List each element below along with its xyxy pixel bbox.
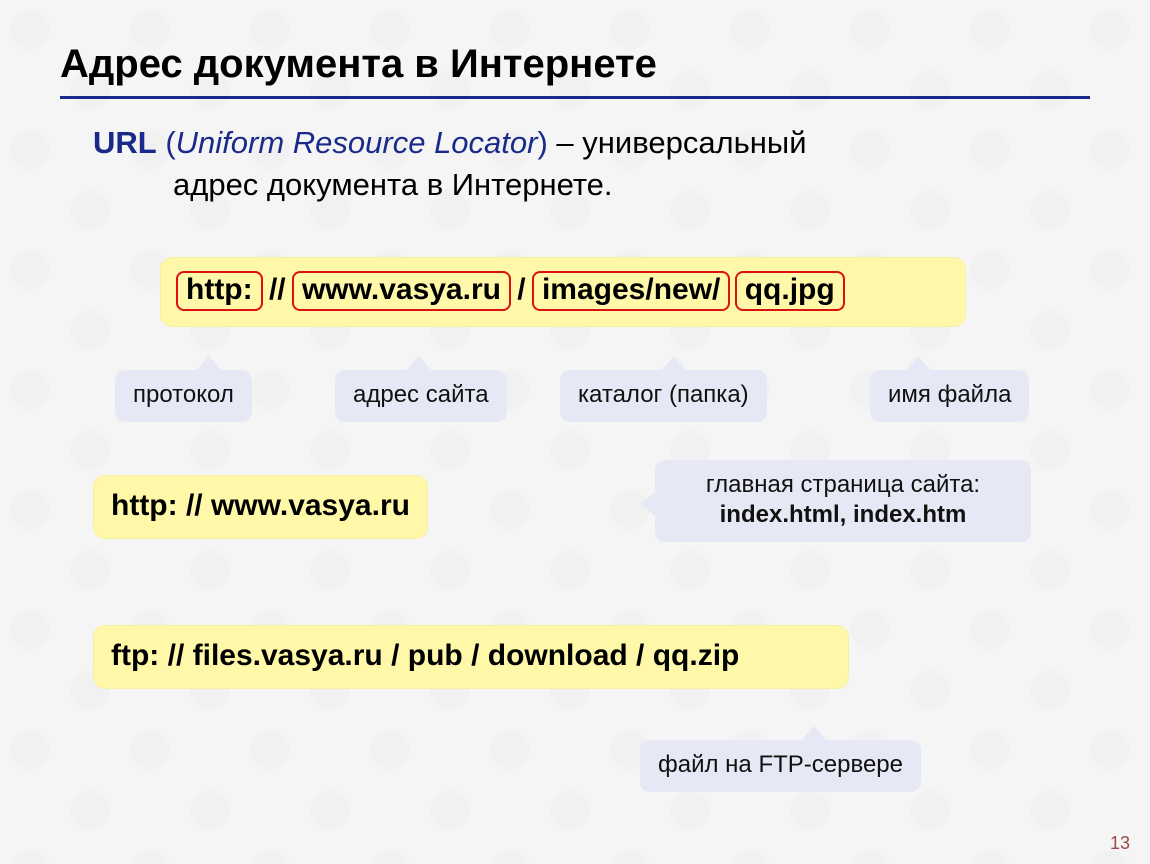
url-term: URL	[93, 125, 157, 160]
slide-title: Адрес документа в Интернете	[60, 42, 657, 87]
label-proto-text: протокол	[133, 381, 234, 408]
example-ftp-text: ftp: // files.vasya.ru / pub / download …	[111, 639, 739, 672]
url-sep1: //	[261, 273, 294, 306]
label-file: имя файла	[870, 370, 1029, 422]
ftp-note-text: файл на FTP-сервере	[658, 751, 903, 778]
example-http-box: http: // www.vasya.ru	[93, 475, 428, 539]
url-expansion: Uniform Resource Locator	[176, 125, 538, 160]
url-part-file: qq.jpg	[735, 271, 845, 311]
def-tail: – универсальный	[548, 125, 807, 160]
url-breakdown-box: http: // www.vasya.ru / images/new/ qq.j…	[160, 257, 966, 327]
label-dir-text: каталог (папка)	[578, 381, 749, 408]
def-line2: адрес документа в Интернете.	[93, 164, 1063, 206]
label-host: адрес сайта	[335, 370, 507, 422]
homepage-note-line1: главная страница сайта:	[706, 471, 980, 498]
page-number: 13	[1110, 833, 1130, 854]
url-sep2: /	[509, 273, 534, 306]
label-file-text: имя файла	[888, 381, 1011, 408]
label-host-text: адрес сайта	[353, 381, 489, 408]
title-underline	[60, 96, 1090, 99]
url-part-proto: http:	[176, 271, 263, 311]
url-part-dir: images/new/	[532, 271, 730, 311]
example-http-text: http: // www.vasya.ru	[111, 489, 410, 522]
label-dir: каталог (папка)	[560, 370, 767, 422]
slide: Адрес документа в Интернете URL (Uniform…	[0, 0, 1150, 864]
label-proto: протокол	[115, 370, 252, 422]
close-paren: )	[537, 125, 547, 160]
homepage-note: главная страница сайта: index.html, inde…	[655, 460, 1031, 542]
open-paren: (	[157, 125, 176, 160]
url-part-host: www.vasya.ru	[292, 271, 511, 311]
homepage-note-line2: index.html, index.htm	[720, 501, 967, 528]
ftp-note: файл на FTP-сервере	[640, 740, 921, 792]
url-definition: URL (Uniform Resource Locator) – универс…	[93, 122, 1063, 206]
example-ftp-box: ftp: // files.vasya.ru / pub / download …	[93, 625, 849, 689]
